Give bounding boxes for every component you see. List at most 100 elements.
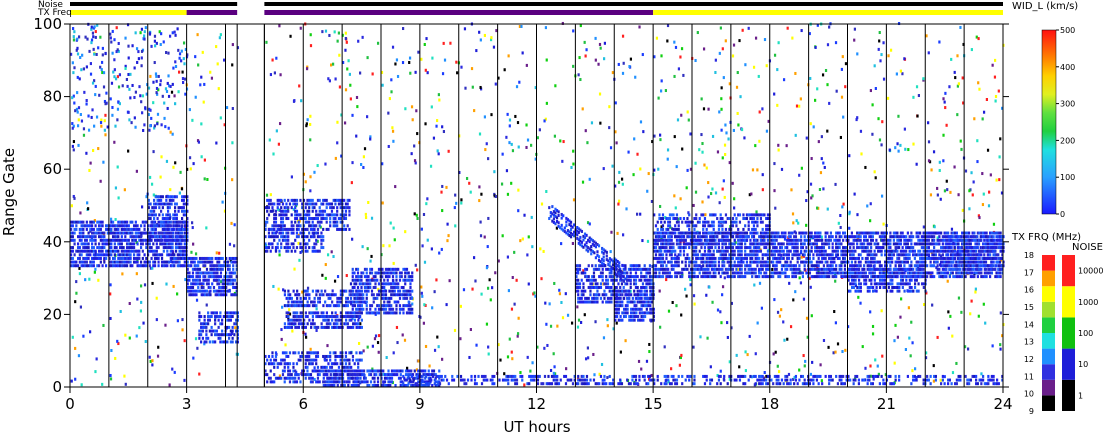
data-cell: [899, 69, 903, 73]
data-cell: [756, 168, 759, 172]
data-cell: [538, 374, 541, 378]
data-cell: [329, 358, 332, 362]
data-cell: [471, 85, 474, 89]
data-cell: [207, 336, 210, 340]
data-cell: [318, 224, 321, 228]
data-cell: [229, 318, 232, 322]
data-cell: [637, 359, 641, 363]
data-cell: [97, 242, 101, 246]
data-cell: [726, 321, 729, 325]
data-cell: [360, 275, 363, 279]
data-cell: [349, 289, 353, 293]
data-cell: [139, 224, 143, 228]
data-cell: [817, 140, 820, 144]
data-cell: [833, 310, 836, 314]
data-cell: [473, 109, 476, 113]
data-cell: [642, 318, 645, 322]
data-cell: [894, 146, 897, 150]
data-cell: [421, 294, 424, 298]
data-cell: [72, 148, 75, 152]
data-cell: [221, 322, 224, 326]
data-cell: [899, 143, 902, 147]
data-cell: [626, 304, 629, 308]
data-cell: [200, 340, 203, 344]
data-cell: [183, 264, 186, 268]
data-cell: [598, 382, 601, 386]
data-cell: [670, 253, 673, 257]
data-cell: [404, 107, 407, 111]
data-cell: [88, 168, 91, 172]
data-cell: [603, 374, 606, 378]
data-cell: [763, 38, 767, 42]
data-cell: [711, 300, 714, 304]
data-cell: [977, 81, 980, 85]
data-cell: [961, 76, 964, 80]
data-cell: [620, 382, 624, 386]
data-cell: [982, 302, 985, 306]
data-cell: [149, 175, 152, 179]
data-cell: [283, 224, 286, 228]
data-cell: [402, 307, 405, 311]
data-cell: [94, 30, 97, 34]
data-cell: [824, 68, 828, 72]
data-cell: [85, 151, 88, 155]
data-cell: [171, 242, 174, 246]
data-cell: [201, 336, 204, 340]
data-cell: [297, 373, 300, 377]
data-cell: [761, 173, 764, 177]
data-cell: [475, 382, 478, 386]
data-cell: [433, 348, 437, 352]
data-cell: [89, 161, 92, 165]
data-cell: [702, 107, 706, 111]
data-cell: [362, 293, 365, 297]
data-cell: [124, 333, 127, 337]
data-cell: [560, 300, 563, 304]
data-cell: [893, 339, 896, 343]
data-cell: [848, 226, 851, 230]
data-cell: [558, 292, 562, 296]
data-cell: [149, 74, 152, 78]
data-cell: [232, 282, 235, 286]
data-cell: [507, 378, 510, 382]
data-cell: [113, 58, 116, 62]
data-cell: [329, 224, 332, 228]
data-cell: [330, 63, 333, 67]
data-cell: [478, 199, 481, 203]
data-cell: [164, 323, 167, 327]
data-cell: [720, 321, 723, 325]
data-cell: [308, 231, 311, 235]
data-cell: [348, 362, 351, 366]
data-cell: [215, 141, 218, 145]
data-cell: [82, 227, 85, 231]
data-cell: [791, 212, 795, 216]
data-cell: [350, 365, 353, 369]
data-cell: [73, 242, 76, 246]
data-cell: [626, 378, 629, 382]
data-cell: [957, 193, 960, 197]
data-cell: [598, 92, 602, 96]
data-cell: [451, 374, 454, 378]
data-cell: [109, 292, 112, 296]
data-cell: [275, 129, 278, 133]
data-cell: [338, 85, 342, 89]
data-cell: [308, 238, 311, 242]
data-cell: [309, 347, 312, 351]
data-cell: [565, 367, 568, 371]
data-cell: [324, 300, 327, 304]
data-cell: [674, 206, 677, 210]
data-cell: [549, 324, 553, 328]
data-cell: [525, 63, 528, 67]
data-cell: [348, 198, 351, 202]
data-cell: [370, 271, 374, 275]
data-cell: [344, 31, 347, 35]
data-cell: [699, 335, 702, 339]
data-cell: [131, 220, 134, 224]
data-cell: [907, 148, 910, 152]
data-cell: [484, 148, 487, 152]
data-cell: [485, 266, 489, 270]
data-cell: [600, 362, 604, 366]
data-cell: [523, 213, 526, 217]
data-cell: [601, 267, 604, 271]
data-cell: [491, 286, 494, 290]
data-cell: [720, 128, 723, 132]
